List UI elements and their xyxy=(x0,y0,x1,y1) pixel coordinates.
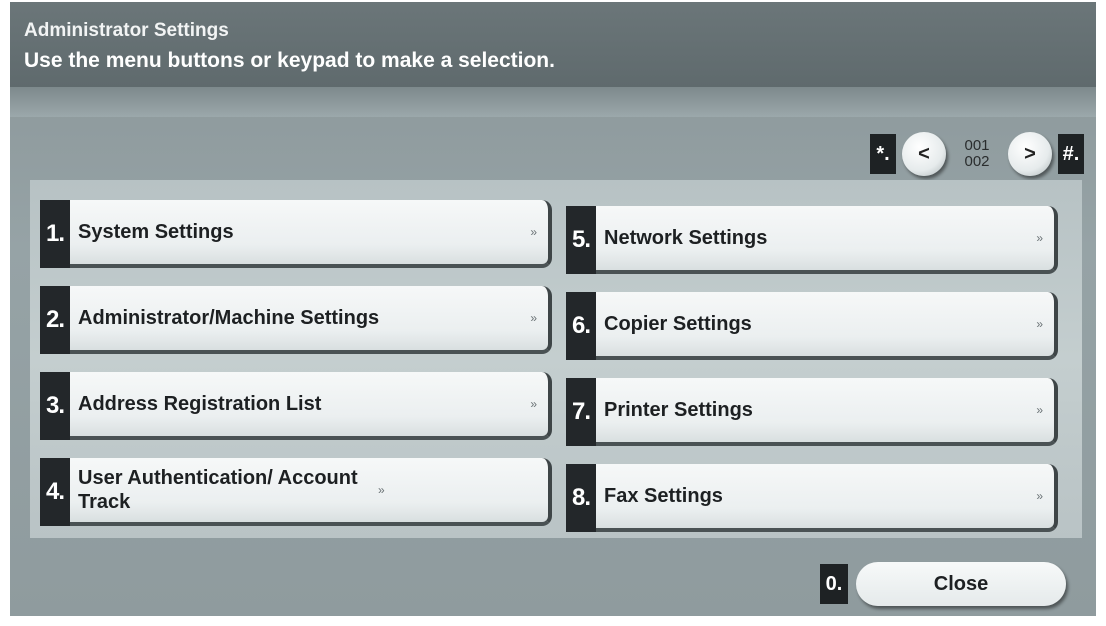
header: Administrator Settings Use the menu butt… xyxy=(10,2,1096,87)
double-chevron-right-icon: » xyxy=(378,483,384,497)
double-chevron-right-icon: » xyxy=(530,397,536,411)
menu-item-face: Fax Settings » xyxy=(596,464,1058,532)
menu-item-label: Printer Settings xyxy=(604,399,753,421)
close-button[interactable]: Close xyxy=(856,562,1066,606)
menu-item-label: Network Settings xyxy=(604,227,768,249)
menu-item-copier-settings[interactable]: 6. Copier Settings » xyxy=(566,292,1058,360)
menu-item-label: Administrator/Machine Settings xyxy=(78,307,380,329)
menu-item-face: Administrator/Machine Settings » xyxy=(70,286,552,354)
menu-item-face: Printer Settings » xyxy=(596,378,1058,446)
menu-item-face: User Authentication/ Account Track » xyxy=(70,458,552,526)
menu-item-number: 8. xyxy=(566,464,596,532)
chevron-right-icon: > xyxy=(1024,142,1036,165)
prev-key-label: *. xyxy=(870,134,896,174)
control-panel-screen: Administrator Settings Use the menu butt… xyxy=(10,2,1096,616)
double-chevron-right-icon: » xyxy=(1036,403,1042,417)
chevron-left-icon: < xyxy=(918,142,930,165)
menu-item-number: 2. xyxy=(40,286,70,354)
menu-item-number: 5. xyxy=(566,206,596,274)
instruction-text: Use the menu buttons or keypad to make a… xyxy=(24,49,555,72)
menu-item-number: 6. xyxy=(566,292,596,360)
menu-item-label: System Settings xyxy=(78,221,234,243)
double-chevron-right-icon: » xyxy=(1036,231,1042,245)
double-chevron-right-icon: » xyxy=(530,225,536,239)
prev-page-button[interactable]: < xyxy=(902,132,946,176)
menu-item-number: 1. xyxy=(40,200,70,268)
menu-item-user-authentication[interactable]: 4. User Authentication/ Account Track » xyxy=(40,458,552,526)
menu-item-label: Fax Settings xyxy=(604,485,723,507)
menu-item-number: 7. xyxy=(566,378,596,446)
page-title: Administrator Settings xyxy=(24,20,229,41)
double-chevron-right-icon: » xyxy=(1036,489,1042,503)
pager: *. < 001 002 > #. xyxy=(870,130,1084,178)
menu-item-network-settings[interactable]: 5. Network Settings » xyxy=(566,206,1058,274)
menu-item-printer-settings[interactable]: 7. Printer Settings » xyxy=(566,378,1058,446)
menu-item-fax-settings[interactable]: 8. Fax Settings » xyxy=(566,464,1058,532)
panel-top-band xyxy=(10,87,1096,117)
total-pages: 002 xyxy=(964,153,990,170)
menu-item-address-registration-list[interactable]: 3. Address Registration List » xyxy=(40,372,552,440)
menu-item-face: Address Registration List » xyxy=(70,372,552,440)
menu-item-number: 3. xyxy=(40,372,70,440)
menu-item-face: System Settings » xyxy=(70,200,552,268)
close-key-label: 0. xyxy=(820,564,848,604)
menu-item-face: Copier Settings » xyxy=(596,292,1058,360)
close-area: 0. Close xyxy=(820,562,1066,606)
menu-item-label: User Authentication/ Account Track xyxy=(78,467,358,513)
menu-item-number: 4. xyxy=(40,458,70,526)
double-chevron-right-icon: » xyxy=(530,311,536,325)
next-key-label: #. xyxy=(1058,134,1084,174)
page-indicator: 001 002 xyxy=(956,138,998,170)
current-page: 001 xyxy=(964,137,990,154)
double-chevron-right-icon: » xyxy=(1036,317,1042,331)
menu-item-system-settings[interactable]: 1. System Settings » xyxy=(40,200,552,268)
menu-item-label: Copier Settings xyxy=(604,313,752,335)
menu-item-face: Network Settings » xyxy=(596,206,1058,274)
next-page-button[interactable]: > xyxy=(1008,132,1052,176)
menu-item-label: Address Registration List xyxy=(78,393,322,415)
menu-item-administrator-machine-settings[interactable]: 2. Administrator/Machine Settings » xyxy=(40,286,552,354)
